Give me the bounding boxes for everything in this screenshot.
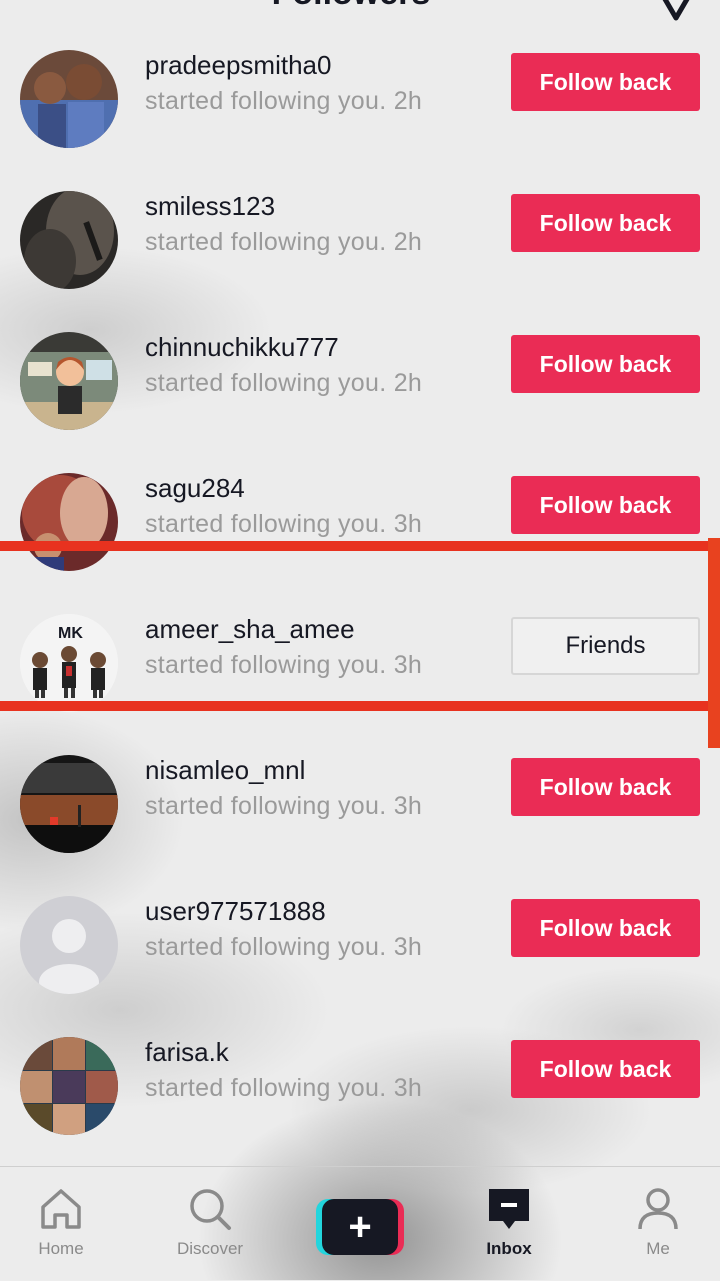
activity-text: started following you. 3h (145, 933, 423, 961)
nav-discover[interactable]: Discover (155, 1185, 265, 1259)
list-item[interactable]: nisamleo_mnl started following you. 3h F… (0, 717, 720, 858)
follow-back-button[interactable]: Follow back (511, 899, 700, 957)
avatar[interactable] (20, 191, 118, 289)
list-item[interactable]: smiless123 started following you. 2h Fol… (0, 153, 720, 294)
activity-text: started following you. 2h (145, 87, 423, 115)
avatar[interactable]: MK (20, 614, 118, 712)
plus-icon: + (348, 1205, 372, 1249)
nav-me[interactable]: Me (603, 1185, 713, 1259)
username[interactable]: chinnuchikku777 (145, 332, 339, 363)
nav-discover-label: Discover (176, 1239, 244, 1258)
nav-me-label: Me (646, 1239, 670, 1258)
list-item[interactable]: chinnuchikku777 started following you. 2… (0, 294, 720, 435)
activity-text: started following you. 2h (145, 228, 423, 256)
list-item[interactable]: user977571888 started following you. 3h … (0, 858, 720, 999)
follow-back-button[interactable]: Follow back (511, 1040, 700, 1098)
avatar[interactable] (20, 1037, 118, 1135)
activity-text: started following you. 3h (145, 1074, 423, 1102)
nav-home[interactable]: Home (6, 1185, 116, 1259)
activity-text: started following you. 2h (145, 369, 423, 397)
chevron-down-icon: ▾ (440, 0, 448, 4)
avatar[interactable] (20, 896, 118, 994)
nav-home-label: Home (38, 1239, 84, 1258)
follow-back-button[interactable]: Follow back (511, 335, 700, 393)
avatar[interactable] (20, 755, 118, 853)
username[interactable]: smiless123 (145, 191, 275, 222)
list-item[interactable]: sagu284 started following you. 3h Follow… (0, 435, 720, 576)
followers-list: pradeepsmitha0 started following you. 2h… (0, 12, 720, 1140)
username[interactable]: user977571888 (145, 896, 326, 927)
list-item[interactable]: pradeepsmitha0 started following you. 2h… (0, 12, 720, 153)
follow-back-button[interactable]: Follow back (511, 53, 700, 111)
username[interactable]: pradeepsmitha0 (145, 50, 331, 81)
activity-text: started following you. 3h (145, 651, 423, 679)
create-button[interactable]: + (316, 1199, 404, 1255)
avatar[interactable] (20, 50, 118, 148)
username[interactable]: sagu284 (145, 473, 245, 504)
username[interactable]: nisamleo_mnl (145, 755, 305, 786)
username[interactable]: farisa.k (145, 1037, 229, 1068)
username[interactable]: ameer_sha_amee (145, 614, 355, 645)
nav-inbox-label: Inbox (486, 1239, 532, 1258)
follow-back-button[interactable]: Follow back (511, 194, 700, 252)
follow-back-button[interactable]: Follow back (511, 758, 700, 816)
inbox-icon (489, 1189, 529, 1229)
list-item[interactable]: MK ameer_sha_amee started following you.… (0, 576, 720, 717)
search-icon (190, 1189, 231, 1230)
avatar[interactable] (20, 332, 118, 430)
nav-inbox[interactable]: Inbox (454, 1185, 564, 1259)
activity-text: started following you. 3h (145, 792, 423, 820)
follow-back-button[interactable]: Follow back (511, 476, 700, 534)
page-title: Followers (272, 0, 431, 12)
avatar-logo-text: MK (58, 625, 83, 642)
activity-text: started following you. 3h (145, 510, 423, 538)
friends-button[interactable]: Friends (511, 617, 700, 675)
bottom-nav: Home Discover + Inbox Me (0, 1166, 720, 1281)
list-item[interactable]: farisa.k started following you. 3h Follo… (0, 999, 720, 1140)
profile-icon (638, 1188, 678, 1230)
home-icon (41, 1189, 81, 1229)
avatar[interactable] (20, 473, 118, 571)
